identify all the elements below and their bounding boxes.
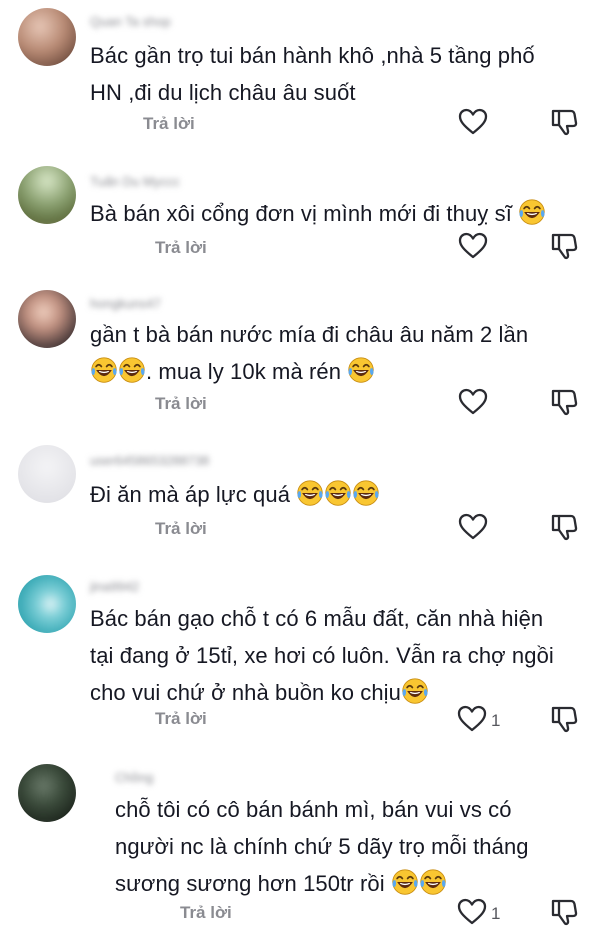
heart-outline-icon[interactable] [458,513,488,541]
avatar[interactable] [18,8,76,66]
dislike-thumb-icon[interactable] [550,388,578,416]
username[interactable]: jina9942 [90,579,139,595]
dislike-thumb-icon[interactable] [550,108,578,136]
reply-button[interactable]: Trả lời [155,238,207,258]
avatar[interactable] [18,166,76,224]
comment-item: user6458653288738 Đi ăn mà áp lực quá Tr… [0,435,599,565]
username[interactable]: hongkuns47 [90,296,161,312]
laughing-tears-emoji [118,356,146,384]
comment-text: Bác bán gạo chỗ t có 6 mẫu đất, căn nhà … [90,606,554,705]
comment-item: Chồng chỗ tôi có cô bán bánh mì, bán vui… [0,750,599,944]
heart-outline-icon[interactable] [458,232,488,260]
comment-text: Đi ăn mà áp lực quá [90,476,380,513]
laughing-tears-emoji [518,198,546,226]
comment-text: chỗ tôi có cô bán bánh mì, bán vui vs có… [115,797,529,896]
laughing-tears-emoji [296,479,324,507]
comment-text: Bà bán xôi cổng đơn vị mình mới đi thuỵ … [90,195,546,232]
dislike-thumb-icon[interactable] [550,232,578,260]
username[interactable]: Tuấn Du Myccc [90,174,180,190]
heart-outline-icon[interactable] [457,898,487,926]
reply-button[interactable]: Trả lời [155,394,207,414]
avatar[interactable] [18,764,76,822]
laughing-tears-emoji [352,479,380,507]
comment-item: Tuấn Du Myccc Bà bán xôi cổng đơn vị mìn… [0,150,599,280]
avatar[interactable] [18,575,76,633]
reply-button[interactable]: Trả lời [180,903,232,923]
comment-item: jina9942 Bác bán gạo chỗ t có 6 mẫu đất,… [0,565,599,750]
reply-button[interactable]: Trả lời [155,519,207,539]
username[interactable]: Quan Ta shop [90,14,171,30]
like-count: 1 [491,711,501,730]
username[interactable]: user6458653288738 [90,453,209,469]
reply-button[interactable]: Trả lời [155,709,207,729]
avatar[interactable] [18,445,76,503]
like-count: 1 [491,904,501,923]
laughing-tears-emoji [347,356,375,384]
comment-text: Bác gần trọ tui bán hành khô ,nhà 5 tầng… [90,43,535,105]
heart-outline-icon[interactable] [457,705,487,733]
heart-outline-icon[interactable] [458,108,488,136]
username[interactable]: Chồng [115,770,153,786]
dislike-thumb-icon[interactable] [550,898,578,926]
laughing-tears-emoji [401,677,429,705]
dislike-thumb-icon[interactable] [550,513,578,541]
heart-outline-icon[interactable] [458,388,488,416]
dislike-thumb-icon[interactable] [550,705,578,733]
comment-item: hongkuns47 gần t bà bán nước mía đi châu… [0,280,599,435]
avatar[interactable] [18,290,76,348]
laughing-tears-emoji [324,479,352,507]
laughing-tears-emoji [391,868,419,896]
laughing-tears-emoji [419,868,447,896]
laughing-tears-emoji [90,356,118,384]
comment-text: gần t bà bán nước mía đi châu âu năm 2 l… [90,322,529,384]
comment-item: Quan Ta shop Bác gần trọ tui bán hành kh… [0,0,599,150]
reply-button[interactable]: Trả lời [143,114,195,134]
